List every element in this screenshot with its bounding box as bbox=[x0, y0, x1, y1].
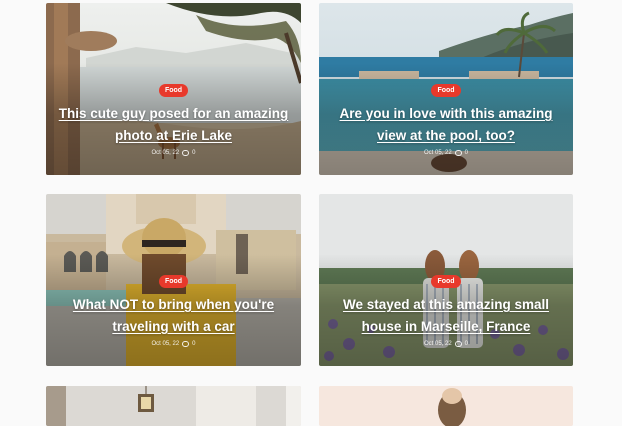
category-badge[interactable]: Food bbox=[158, 275, 189, 288]
post-meta: Oct 05, 22 0 bbox=[151, 149, 196, 157]
post-overlay: Food Are you in love with this amazing v… bbox=[319, 84, 573, 157]
post-overlay: Food This cute guy posed for an amazing … bbox=[46, 84, 301, 157]
post-image[interactable] bbox=[46, 386, 301, 426]
post-card-hat[interactable]: Food What NOT to bring when you're trave… bbox=[46, 194, 301, 366]
post-meta: Oct 05, 22 0 bbox=[424, 340, 468, 348]
post-image[interactable] bbox=[319, 386, 573, 426]
comment-icon bbox=[182, 341, 190, 347]
comment-icon bbox=[182, 150, 190, 156]
post-title[interactable]: This cute guy posed for an amazing photo… bbox=[56, 103, 292, 147]
post-card-portrait[interactable] bbox=[319, 386, 573, 426]
comment-count: 0 bbox=[192, 150, 196, 156]
post-meta: Oct 05, 22 0 bbox=[151, 340, 196, 348]
post-overlay: Food We stayed at this amazing small hou… bbox=[319, 275, 573, 348]
comment-count: 0 bbox=[192, 341, 196, 347]
comment-count: 0 bbox=[464, 341, 469, 347]
comment-count: 0 bbox=[464, 150, 469, 156]
post-card-field[interactable]: Food We stayed at this amazing small hou… bbox=[319, 194, 573, 366]
post-title[interactable]: We stayed at this amazing small house in… bbox=[328, 294, 564, 338]
post-title[interactable]: What NOT to bring when you're traveling … bbox=[56, 294, 292, 338]
category-badge[interactable]: Food bbox=[158, 84, 189, 97]
post-overlay: Food What NOT to bring when you're trave… bbox=[46, 275, 301, 348]
category-badge[interactable]: Food bbox=[431, 275, 461, 288]
category-badge[interactable]: Food bbox=[431, 84, 461, 97]
post-date: Oct 05, 22 bbox=[423, 341, 452, 347]
post-card-interior[interactable] bbox=[46, 386, 301, 426]
comment-icon bbox=[454, 341, 462, 347]
post-title[interactable]: Are you in love with this amazing view a… bbox=[328, 103, 564, 147]
post-date: Oct 05, 22 bbox=[151, 341, 180, 347]
post-date: Oct 05, 22 bbox=[423, 150, 452, 156]
post-card-pool[interactable]: Food Are you in love with this amazing v… bbox=[319, 3, 573, 175]
post-meta: Oct 05, 22 0 bbox=[424, 149, 468, 157]
post-date: Oct 05, 22 bbox=[151, 150, 180, 156]
comment-icon bbox=[454, 150, 462, 156]
post-card-deer[interactable]: Food This cute guy posed for an amazing … bbox=[46, 3, 301, 175]
